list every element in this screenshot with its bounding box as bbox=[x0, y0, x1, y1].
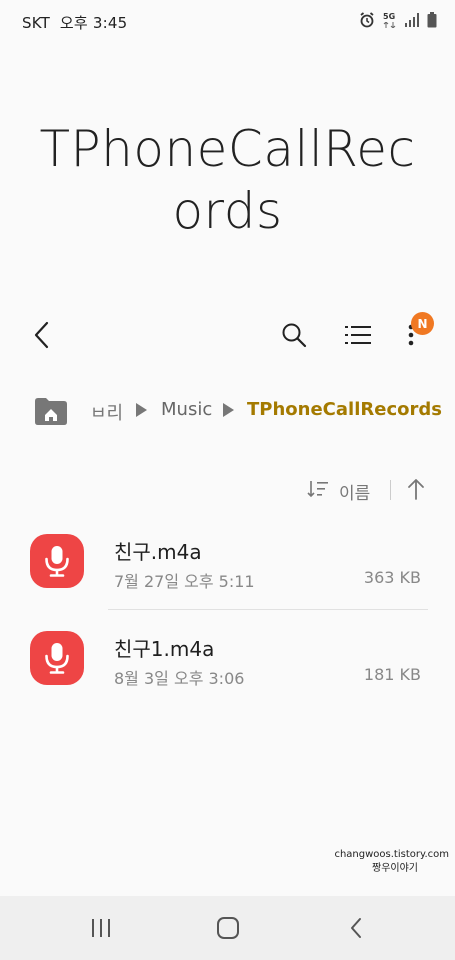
signal-icon bbox=[405, 13, 419, 27]
breadcrumb-item-parent[interactable]: ㅂ리 bbox=[90, 399, 123, 425]
list-view-icon bbox=[345, 326, 371, 344]
row-divider bbox=[108, 609, 428, 610]
back-icon bbox=[34, 321, 49, 349]
back-icon bbox=[351, 918, 361, 938]
network-5g-icon: 5G bbox=[383, 12, 397, 28]
status-icons: 5G bbox=[359, 12, 437, 28]
watermark: changwoos.tistory.com 짱우이야기 bbox=[334, 848, 449, 876]
folder-home-icon bbox=[35, 398, 67, 425]
breadcrumb-separator-icon bbox=[136, 403, 147, 417]
home-button[interactable] bbox=[208, 910, 248, 946]
audio-file-icon bbox=[30, 631, 84, 685]
clock: 오후 3:45 bbox=[59, 14, 128, 32]
mic-icon bbox=[45, 643, 69, 674]
audio-file-icon bbox=[30, 534, 84, 588]
battery-icon bbox=[427, 12, 437, 28]
nav-back-button[interactable] bbox=[336, 910, 376, 946]
sort-by-label[interactable]: 이름 bbox=[339, 479, 370, 504]
list-view-button[interactable] bbox=[336, 313, 380, 357]
back-button[interactable] bbox=[20, 313, 64, 357]
navigation-bar bbox=[0, 896, 455, 960]
watermark-name: 짱우이야기 bbox=[372, 863, 418, 874]
recent-apps-icon bbox=[92, 919, 110, 937]
home-icon bbox=[217, 917, 239, 939]
file-date: 8월 3일 오후 3:06 bbox=[114, 669, 245, 688]
sort-icon[interactable] bbox=[306, 479, 330, 499]
status-left: SKT 오후 3:45 bbox=[22, 12, 127, 33]
mic-icon bbox=[45, 546, 69, 577]
search-icon bbox=[282, 323, 307, 348]
file-size: 363 KB bbox=[363, 568, 421, 587]
file-name: 친구.m4a bbox=[114, 540, 202, 564]
breadcrumb: ㅂ리 Music TPhoneCallRecords bbox=[0, 392, 455, 430]
alarm-icon bbox=[360, 12, 374, 28]
watermark-url: changwoos.tistory.com bbox=[334, 849, 449, 860]
file-date: 7월 27일 오후 5:11 bbox=[114, 572, 255, 591]
file-size: 181 KB bbox=[363, 665, 421, 684]
toolbar bbox=[0, 310, 455, 360]
breadcrumb-separator-icon bbox=[223, 403, 234, 417]
search-button[interactable] bbox=[272, 313, 316, 357]
recent-apps-button[interactable] bbox=[81, 910, 121, 946]
file-item[interactable]: 친구1.m4a 8월 3일 오후 3:06 181 KB bbox=[0, 611, 455, 707]
carrier: SKT bbox=[22, 14, 50, 32]
file-name: 친구1.m4a bbox=[114, 637, 215, 661]
status-bar: SKT 오후 3:45 5G bbox=[0, 0, 455, 44]
sort-bar: 이름 bbox=[0, 474, 455, 506]
home-folder-button[interactable] bbox=[34, 396, 68, 426]
breadcrumb-item-music[interactable]: Music bbox=[161, 399, 212, 420]
title-area: TPhoneCallRecords bbox=[0, 118, 455, 242]
sort-divider bbox=[390, 480, 391, 500]
page-title: TPhoneCallRecords bbox=[39, 120, 416, 240]
breadcrumb-item-current: TPhoneCallRecords bbox=[247, 399, 442, 420]
notification-badge: N bbox=[411, 312, 434, 335]
file-item[interactable]: 친구.m4a 7월 27일 오후 5:11 363 KB bbox=[0, 514, 455, 610]
sort-direction-icon[interactable] bbox=[405, 477, 427, 501]
